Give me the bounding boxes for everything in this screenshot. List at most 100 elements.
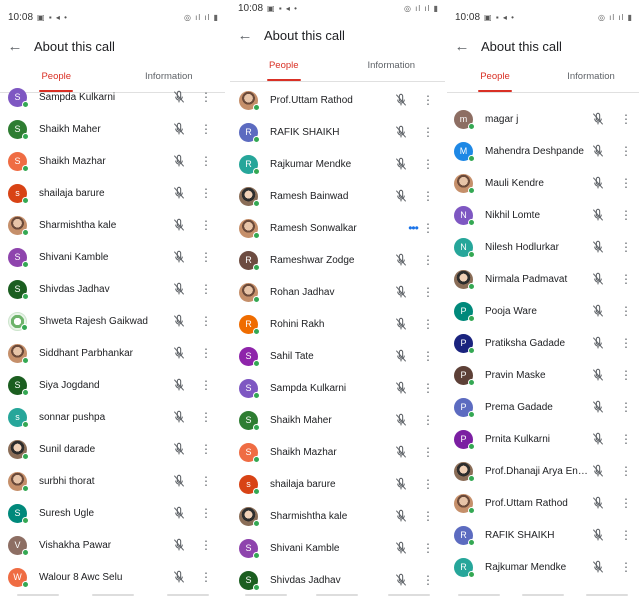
participant-row[interactable]: s sonnar pushpa ⋮ xyxy=(0,401,225,433)
tab-information[interactable]: Information xyxy=(338,55,446,81)
mic-off-icon[interactable] xyxy=(171,313,187,329)
mic-off-icon[interactable] xyxy=(590,143,606,159)
mic-off-icon[interactable] xyxy=(590,527,606,543)
participant-row[interactable]: S Shaikh Mazhar ⋮ xyxy=(0,145,225,177)
tab-information[interactable]: Information xyxy=(543,66,639,92)
mic-off-icon[interactable] xyxy=(393,380,409,396)
mic-off-icon[interactable] xyxy=(171,249,187,265)
mic-off-icon[interactable] xyxy=(590,399,606,415)
more-vert-icon[interactable]: ⋮ xyxy=(199,123,213,135)
mic-off-icon[interactable] xyxy=(393,348,409,364)
more-vert-icon[interactable]: ⋮ xyxy=(199,91,213,103)
mic-off-icon[interactable] xyxy=(171,569,187,585)
participant-row[interactable]: Sunil darade ⋮ xyxy=(0,433,225,465)
participant-row[interactable]: Sharmishtha kale ⋮ xyxy=(0,209,225,241)
more-vert-icon[interactable]: ⋮ xyxy=(421,222,435,234)
participant-row[interactable]: N Nilesh Hodlurkar ⋮ xyxy=(447,231,639,263)
participant-row[interactable]: P Prema Gadade ⋮ xyxy=(447,391,639,423)
more-vert-icon[interactable]: ⋮ xyxy=(619,113,633,125)
mic-off-icon[interactable] xyxy=(171,537,187,553)
more-vert-icon[interactable]: ⋮ xyxy=(199,155,213,167)
more-vert-icon[interactable]: ⋮ xyxy=(199,283,213,295)
more-vert-icon[interactable]: ⋮ xyxy=(199,219,213,231)
mic-off-icon[interactable] xyxy=(393,284,409,300)
mic-off-icon[interactable] xyxy=(171,185,187,201)
participant-row[interactable]: S Shivdas Jadhav ⋮ xyxy=(0,273,225,305)
mic-off-icon[interactable] xyxy=(171,345,187,361)
participant-row[interactable]: S Siya Jogdand ⋮ xyxy=(0,369,225,401)
more-vert-icon[interactable]: ⋮ xyxy=(199,539,213,551)
mic-off-icon[interactable] xyxy=(393,476,409,492)
participant-row[interactable]: R Rajkumar Mendke ⋮ xyxy=(447,551,639,583)
mic-off-icon[interactable] xyxy=(590,559,606,575)
more-vert-icon[interactable]: ⋮ xyxy=(421,574,435,586)
mic-off-icon[interactable] xyxy=(393,444,409,460)
mic-off-icon[interactable] xyxy=(590,495,606,511)
more-vert-icon[interactable]: ⋮ xyxy=(199,411,213,423)
arrow-back-icon[interactable]: ← xyxy=(447,38,477,55)
more-vert-icon[interactable]: ⋮ xyxy=(421,94,435,106)
mic-off-icon[interactable] xyxy=(393,572,409,588)
participant-row[interactable]: S Shivani Kamble ⋮ xyxy=(0,241,225,273)
mic-off-icon[interactable] xyxy=(393,508,409,524)
participant-row[interactable]: P Pratiksha Gadade ⋮ xyxy=(447,327,639,359)
mic-off-icon[interactable] xyxy=(590,463,606,479)
mic-off-icon[interactable] xyxy=(590,303,606,319)
more-vert-icon[interactable]: ⋮ xyxy=(619,337,633,349)
mic-off-icon[interactable] xyxy=(590,367,606,383)
more-vert-icon[interactable]: ⋮ xyxy=(619,497,633,509)
participant-row[interactable]: Sharmishtha kale ⋮ xyxy=(230,500,445,532)
more-vert-icon[interactable]: ⋮ xyxy=(421,510,435,522)
more-vert-icon[interactable]: ⋮ xyxy=(199,315,213,327)
participant-row[interactable]: R RAFIK SHAIKH ⋮ xyxy=(447,519,639,551)
more-vert-icon[interactable]: ⋮ xyxy=(421,286,435,298)
more-vert-icon[interactable]: ⋮ xyxy=(619,433,633,445)
participant-row[interactable]: P Prnita Kulkarni ⋮ xyxy=(447,423,639,455)
more-vert-icon[interactable]: ⋮ xyxy=(199,571,213,583)
participant-row[interactable]: S Sahil Tate ⋮ xyxy=(230,340,445,372)
participant-row[interactable]: S Shaikh Mazhar ⋮ xyxy=(230,436,445,468)
mic-off-icon[interactable] xyxy=(393,156,409,172)
more-vert-icon[interactable]: ⋮ xyxy=(619,305,633,317)
mic-off-icon[interactable] xyxy=(171,409,187,425)
mic-off-icon[interactable] xyxy=(393,316,409,332)
mic-off-icon[interactable] xyxy=(171,505,187,521)
participant-row[interactable]: S Shivani Kamble ⋮ xyxy=(230,532,445,564)
mic-off-icon[interactable] xyxy=(590,431,606,447)
more-vert-icon[interactable]: ⋮ xyxy=(619,273,633,285)
participant-row[interactable]: S Shaikh Maher ⋮ xyxy=(230,404,445,436)
participant-row[interactable]: Shweta Rajesh Gaikwad ⋮ xyxy=(0,305,225,337)
participant-row[interactable]: Ramesh Sonwalkar ••• ⋮ xyxy=(230,212,445,244)
mic-off-icon[interactable] xyxy=(171,377,187,393)
participant-row[interactable]: s shailaja barure ⋮ xyxy=(0,177,225,209)
mic-off-icon[interactable] xyxy=(171,89,187,105)
mic-off-icon[interactable] xyxy=(590,335,606,351)
mic-off-icon[interactable] xyxy=(171,217,187,233)
mic-off-icon[interactable] xyxy=(590,175,606,191)
arrow-back-icon[interactable]: ← xyxy=(230,27,260,44)
participant-row[interactable]: M Mahendra Deshpande ⋮ xyxy=(447,135,639,167)
mic-off-icon[interactable] xyxy=(393,188,409,204)
participant-row[interactable]: R Rameshwar Zodge ⋮ xyxy=(230,244,445,276)
participant-row[interactable]: m magar j ⋮ xyxy=(447,103,639,135)
participant-row[interactable]: Prof.Dhanaji Arya English ... ⋮ xyxy=(447,455,639,487)
mic-off-icon[interactable] xyxy=(393,92,409,108)
more-vert-icon[interactable]: ⋮ xyxy=(421,382,435,394)
more-vert-icon[interactable]: ⋮ xyxy=(619,241,633,253)
participant-row[interactable]: Mauli Kendre ⋮ xyxy=(447,167,639,199)
more-vert-icon[interactable]: ⋮ xyxy=(619,465,633,477)
arrow-back-icon[interactable]: ← xyxy=(0,38,30,55)
participant-row[interactable]: Prof.Uttam Rathod ⋮ xyxy=(447,487,639,519)
more-vert-icon[interactable]: ⋮ xyxy=(619,145,633,157)
more-vert-icon[interactable]: ⋮ xyxy=(619,177,633,189)
mic-off-icon[interactable] xyxy=(590,111,606,127)
mic-off-icon[interactable] xyxy=(393,540,409,556)
mic-off-icon[interactable] xyxy=(590,271,606,287)
mic-off-icon[interactable] xyxy=(393,124,409,140)
mic-off-icon[interactable] xyxy=(590,207,606,223)
participant-row[interactable]: S Shaikh Maher ⋮ xyxy=(0,113,225,145)
participant-row[interactable]: Nirmala Padmavat ⋮ xyxy=(447,263,639,295)
more-vert-icon[interactable]: ⋮ xyxy=(421,158,435,170)
more-vert-icon[interactable]: ⋮ xyxy=(619,209,633,221)
more-vert-icon[interactable]: ⋮ xyxy=(199,379,213,391)
